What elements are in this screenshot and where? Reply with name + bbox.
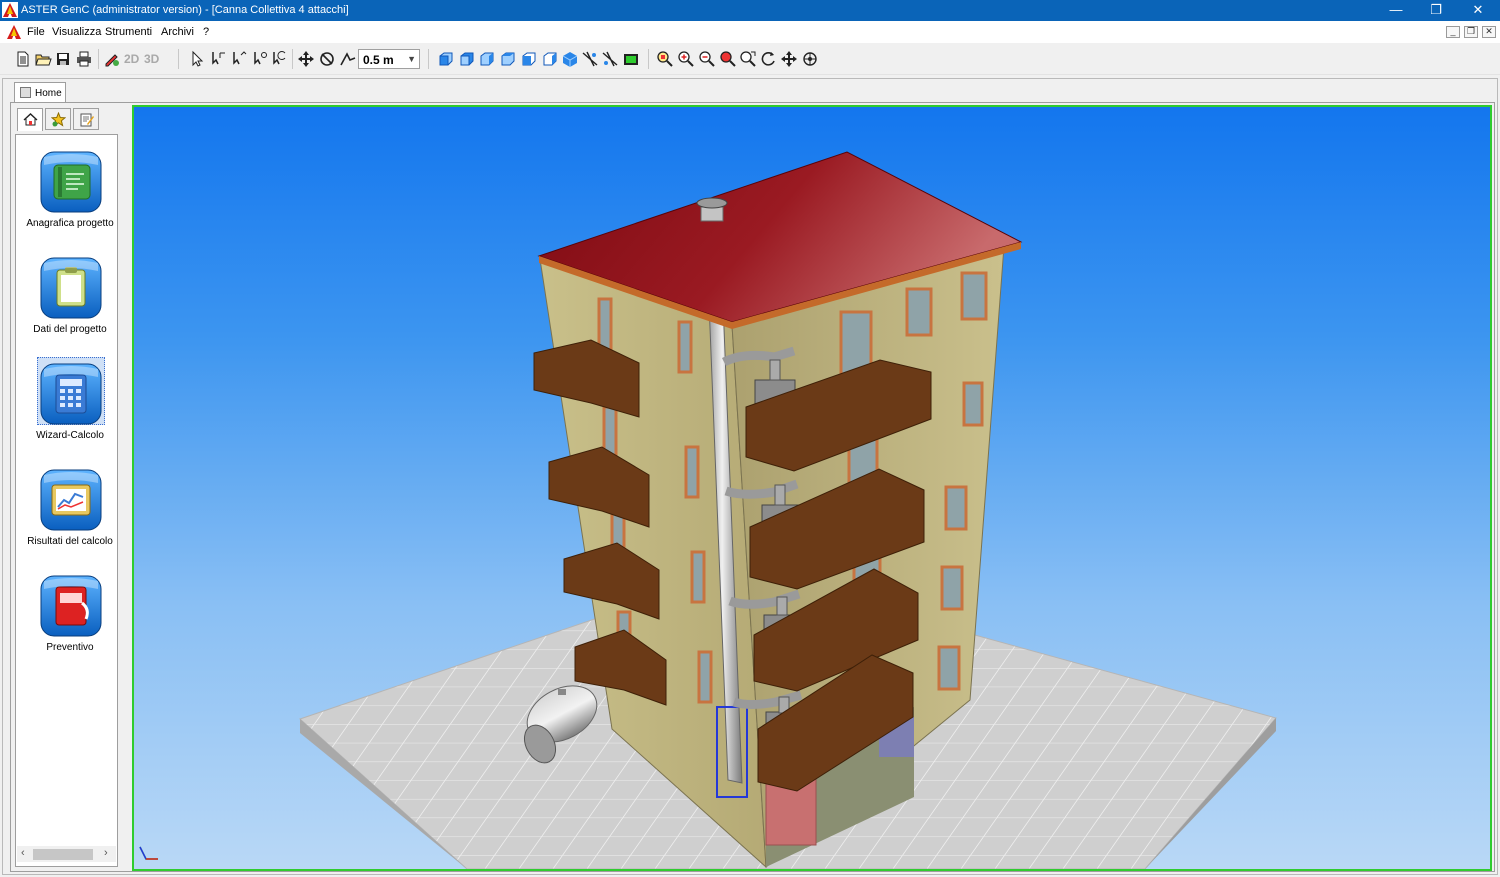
app-menu-icon[interactable] bbox=[6, 24, 22, 40]
anagrafica-progetto-button[interactable]: Anagrafica progetto bbox=[16, 141, 119, 241]
wizard-calcolo-button[interactable]: Wizard-Calcolo bbox=[16, 353, 119, 453]
wizard-calcolo-label: Wizard-Calcolo bbox=[36, 430, 104, 441]
mdi-restore-button[interactable]: ❐ bbox=[1464, 26, 1478, 38]
move-icon[interactable] bbox=[297, 50, 315, 68]
edit-3d-icon[interactable] bbox=[103, 50, 121, 68]
select-multi-icon[interactable] bbox=[251, 50, 269, 68]
step-size-select[interactable]: 0.5 m ▼ bbox=[358, 49, 420, 69]
new-file-icon[interactable] bbox=[14, 50, 32, 68]
clipboard-icon bbox=[40, 257, 102, 319]
scroll-right-icon[interactable]: › bbox=[104, 847, 108, 859]
chimney-top bbox=[696, 197, 728, 222]
select-arrow-icon[interactable] bbox=[188, 50, 206, 68]
view-2d-button[interactable]: 2D bbox=[124, 52, 139, 66]
menu-strumenti[interactable]: Strumenti bbox=[105, 26, 152, 38]
restore-button[interactable]: ❐ bbox=[1416, 0, 1456, 21]
view-3d-button[interactable]: 3D bbox=[144, 52, 159, 66]
3d-viewport[interactable] bbox=[132, 105, 1492, 871]
notes-tab-icon[interactable] bbox=[73, 108, 99, 130]
zoom-out-icon[interactable] bbox=[698, 50, 716, 68]
orbit-icon[interactable] bbox=[759, 50, 777, 68]
dati-progetto-button[interactable]: Dati del progetto bbox=[16, 247, 119, 347]
menu-bar: File Visualizza Strumenti Archivi ? _ ❐ … bbox=[0, 21, 1500, 43]
anagrafica-progetto-label: Anagrafica progetto bbox=[26, 218, 114, 229]
calculator-icon bbox=[40, 363, 102, 425]
view-front-icon[interactable] bbox=[437, 50, 455, 68]
select-area-icon[interactable] bbox=[270, 50, 288, 68]
project-registry-icon bbox=[40, 151, 102, 213]
tab-home-label: Home bbox=[35, 88, 62, 99]
toolbar: 2D 3D 0.5 m ▼ bbox=[0, 43, 1500, 75]
rotate-icon[interactable] bbox=[318, 50, 336, 68]
view-top-icon[interactable] bbox=[520, 50, 538, 68]
menu-file[interactable]: File bbox=[27, 26, 45, 38]
wireframe-icon[interactable] bbox=[581, 50, 599, 68]
dati-progetto-label: Dati del progetto bbox=[33, 324, 107, 335]
view-left-icon[interactable] bbox=[478, 50, 496, 68]
view-right-icon[interactable] bbox=[499, 50, 517, 68]
left-panel: Anagrafica progetto Dati del progetto Wi… bbox=[15, 134, 118, 867]
risultati-calcolo-button[interactable]: Risultati del calcolo bbox=[16, 459, 119, 559]
mdi-close-button[interactable]: ✕ bbox=[1482, 26, 1496, 38]
view-bottom-icon[interactable] bbox=[541, 50, 559, 68]
menu-visualizza[interactable]: Visualizza bbox=[52, 26, 101, 38]
select-node-alt-icon[interactable] bbox=[230, 50, 248, 68]
pan-icon[interactable] bbox=[780, 50, 798, 68]
zoom-all-icon[interactable] bbox=[719, 50, 737, 68]
save-icon[interactable] bbox=[54, 50, 72, 68]
select-node-icon[interactable] bbox=[209, 50, 227, 68]
background-icon[interactable] bbox=[622, 50, 640, 68]
view-iso-icon[interactable] bbox=[561, 50, 579, 68]
menu-help[interactable]: ? bbox=[203, 26, 209, 38]
risultati-calcolo-label: Risultati del calcolo bbox=[27, 536, 113, 547]
preventivo-button[interactable]: Preventivo bbox=[16, 565, 119, 665]
app-logo-icon bbox=[2, 2, 18, 18]
home-page-icon bbox=[20, 87, 31, 98]
tab-home[interactable]: Home bbox=[14, 82, 66, 102]
view-back-icon[interactable] bbox=[458, 50, 476, 68]
print-icon[interactable] bbox=[75, 50, 93, 68]
measure-icon[interactable] bbox=[339, 50, 357, 68]
chevron-down-icon: ▼ bbox=[407, 54, 416, 64]
close-button[interactable]: ✕ bbox=[1458, 0, 1498, 21]
home-tab-icon[interactable] bbox=[17, 108, 43, 131]
mdi-minimize-button[interactable]: _ bbox=[1446, 26, 1460, 38]
window-title: ASTER GenC (administrator version) - [Ca… bbox=[21, 4, 349, 16]
step-size-value: 0.5 m bbox=[363, 53, 394, 67]
left-panel-scrollbar[interactable]: ‹ › bbox=[17, 846, 116, 862]
left-panel-tabs bbox=[14, 108, 132, 131]
axes-gizmo bbox=[139, 846, 158, 860]
zoom-in-icon[interactable] bbox=[677, 50, 695, 68]
title-bar: ASTER GenC (administrator version) - [Ca… bbox=[0, 0, 1500, 21]
wireframe-alt-icon[interactable] bbox=[601, 50, 619, 68]
chart-results-icon bbox=[40, 469, 102, 531]
scrollbar-thumb[interactable] bbox=[33, 849, 93, 860]
scroll-left-icon[interactable]: ‹ bbox=[21, 847, 25, 859]
zoom-window-icon[interactable] bbox=[739, 50, 757, 68]
quote-document-icon bbox=[40, 575, 102, 637]
menu-archivi[interactable]: Archivi bbox=[161, 26, 194, 38]
building-3d-scene bbox=[139, 151, 1277, 869]
minimize-button[interactable]: — bbox=[1376, 0, 1416, 21]
zoom-fit-icon[interactable] bbox=[656, 50, 674, 68]
open-folder-icon[interactable] bbox=[34, 50, 52, 68]
rotate-3d-icon[interactable] bbox=[801, 50, 819, 68]
preventivo-label: Preventivo bbox=[46, 642, 94, 653]
favorites-tab-icon[interactable] bbox=[45, 108, 71, 130]
